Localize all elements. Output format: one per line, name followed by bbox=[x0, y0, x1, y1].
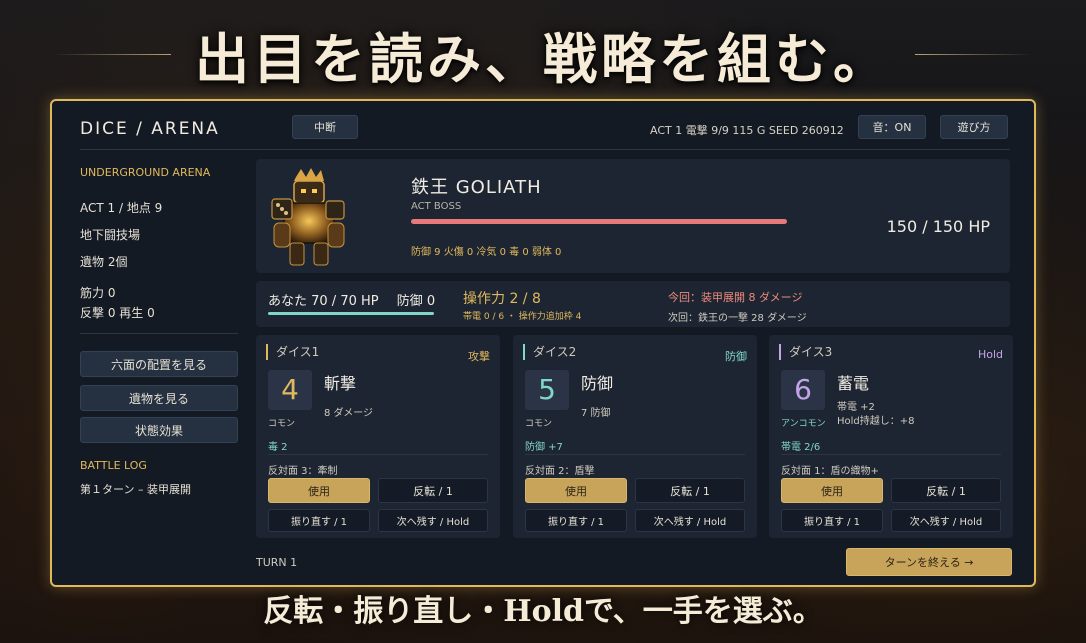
dice-rarity: アンコモン bbox=[781, 419, 826, 429]
dice-title: ダイス2 bbox=[523, 344, 576, 360]
dice-divider bbox=[268, 454, 488, 455]
hold-button[interactable]: 次へ残す / Hold bbox=[635, 509, 745, 532]
pause-button[interactable]: 中断 bbox=[292, 115, 358, 139]
dice-card-3: ダイス3 Hold 6 アンコモン 蓄電 帯電 +2 Hold持越し：+8 帯電… bbox=[769, 335, 1013, 538]
dice-divider bbox=[781, 454, 1001, 455]
dice-skill-name: 蓄電 bbox=[837, 374, 870, 393]
reroll-button[interactable]: 振り直す / 1 bbox=[525, 509, 627, 532]
player-hp-text: あなた 70 / 70 HP bbox=[268, 294, 379, 309]
dice-tag: 防御 +7 bbox=[525, 442, 563, 453]
dice-opposite-face: 反対面 3：牽制 bbox=[268, 466, 338, 477]
dice-title: ダイス3 bbox=[779, 344, 832, 360]
dice-effect: 7 防御 bbox=[581, 407, 611, 421]
enemy-hp-text: 150 / 150 HP bbox=[886, 217, 990, 236]
enemy-portrait bbox=[271, 168, 345, 266]
headline: 出目を読み、戦略を組む。 bbox=[0, 14, 1086, 94]
dice-effect: 帯電 +2 Hold持越し：+8 bbox=[837, 401, 915, 429]
dice-face-value: 5 bbox=[525, 370, 569, 410]
use-button[interactable]: 使用 bbox=[268, 478, 370, 503]
end-turn-button[interactable]: ターンを終える → bbox=[846, 548, 1012, 576]
counter-regen-stat: 反撃 0 再生 0 bbox=[80, 306, 155, 320]
flip-button[interactable]: 反転 / 1 bbox=[635, 478, 745, 503]
dice-type: Hold bbox=[977, 348, 1003, 361]
player-defense-text: 防御 0 bbox=[396, 294, 436, 309]
battle-log-entry: 第１ターン – 装甲展開 bbox=[80, 483, 191, 496]
use-button[interactable]: 使用 bbox=[525, 478, 627, 503]
flip-button[interactable]: 反転 / 1 bbox=[891, 478, 1001, 503]
game-title: DICE / ARENA bbox=[80, 119, 220, 139]
enemy-hp-bar bbox=[411, 219, 787, 224]
flip-button[interactable]: 反転 / 1 bbox=[378, 478, 488, 503]
enemy-rank: ACT BOSS bbox=[411, 201, 462, 212]
reroll-button[interactable]: 振り直す / 1 bbox=[781, 509, 883, 532]
player-hp-defense: あなた 70 / 70 HP 防御 0 bbox=[268, 290, 435, 309]
dice-rarity: コモン bbox=[525, 419, 553, 429]
charge-info: 帯電 0 / 6 ・ 操作力追加枠 4 bbox=[463, 312, 582, 322]
turn-counter: TURN 1 bbox=[256, 556, 298, 569]
top-bar: DICE / ARENA 中断 ACT 1 電撃 9/9 115 G SEED … bbox=[52, 101, 1034, 149]
use-button[interactable]: 使用 bbox=[781, 478, 883, 503]
enemy-intent-next: 次回：鉄王の一撃 28 ダメージ bbox=[668, 313, 807, 324]
view-relics-button[interactable]: 遺物を見る bbox=[80, 385, 238, 411]
dice-rarity: コモン bbox=[268, 419, 296, 429]
relic-count: 遺物 2個 bbox=[80, 255, 128, 269]
strength-stat: 筋力 0 bbox=[80, 286, 116, 300]
dice-divider bbox=[525, 454, 745, 455]
battle-log-label: BATTLE LOG bbox=[80, 459, 147, 472]
dice-skill-name: 斬撃 bbox=[324, 374, 357, 393]
view-faces-button[interactable]: 六面の配置を見る bbox=[80, 351, 238, 377]
enemy-intent-now: 今回：装甲展開 8 ダメージ bbox=[668, 291, 803, 304]
manipulation-power: 操作力 2 / 8 bbox=[463, 291, 541, 307]
footline-text: 反転・振り直し・Holdで、一手を選ぶ。 bbox=[263, 594, 823, 629]
player-hp-bar bbox=[268, 312, 434, 315]
dice-effect-line: 7 防御 bbox=[581, 408, 611, 419]
dice-face-value: 6 bbox=[781, 370, 825, 410]
dice-effect: 8 ダメージ bbox=[324, 407, 373, 421]
dice-skill-name: 防御 bbox=[581, 374, 614, 393]
dice-opposite-face: 反対面 2：盾撃 bbox=[525, 466, 595, 477]
dice-type: 攻撃 bbox=[468, 350, 490, 363]
arena-label: UNDERGROUND ARENA bbox=[80, 166, 211, 179]
dice-tag: 帯電 2/6 bbox=[781, 442, 821, 453]
dice-effect-line: 帯電 +2 bbox=[837, 402, 875, 413]
sound-toggle-button[interactable]: 音：ON bbox=[858, 115, 926, 139]
dice-effect-line: Hold持越し：+8 bbox=[837, 416, 915, 427]
dice-tag: 毒 2 bbox=[268, 442, 288, 453]
reroll-button[interactable]: 振り直す / 1 bbox=[268, 509, 370, 532]
dice-effect-line: 8 ダメージ bbox=[324, 408, 374, 419]
dice-opposite-face: 反対面 1：盾の織物+ bbox=[781, 466, 879, 477]
dice-face-value: 4 bbox=[268, 370, 312, 410]
hold-button[interactable]: 次へ残す / Hold bbox=[378, 509, 488, 532]
enemy-panel: 鉄王 GOLIATH ACT BOSS 防御 9 火傷 0 冷気 0 毒 0 弱… bbox=[256, 159, 1010, 273]
hold-button[interactable]: 次へ残す / Hold bbox=[891, 509, 1001, 532]
dice-title: ダイス1 bbox=[266, 344, 319, 360]
how-to-play-button[interactable]: 遊び方 bbox=[940, 115, 1008, 139]
top-divider bbox=[80, 149, 1010, 150]
player-panel: あなた 70 / 70 HP 防御 0 操作力 2 / 8 帯電 0 / 6 ・… bbox=[256, 281, 1010, 327]
status-effects-button[interactable]: 状態効果 bbox=[80, 417, 238, 443]
dice-card-2: ダイス2 防御 5 コモン 防御 7 防御 防御 +7 反対面 2：盾撃 使用 … bbox=[513, 335, 757, 538]
headline-rule-left bbox=[53, 53, 171, 55]
act-location: ACT 1 / 地点 9 bbox=[80, 201, 163, 215]
location-name: 地下闘技場 bbox=[80, 228, 141, 242]
dice-card-1: ダイス1 攻撃 4 コモン 斬撃 8 ダメージ 毒 2 反対面 3：牽制 使用 … bbox=[256, 335, 500, 538]
run-stats: ACT 1 電撃 9/9 115 G SEED 260912 bbox=[650, 124, 844, 137]
game-window: DICE / ARENA 中断 ACT 1 電撃 9/9 115 G SEED … bbox=[50, 99, 1036, 587]
enemy-status-effects: 防御 9 火傷 0 冷気 0 毒 0 弱体 0 bbox=[411, 247, 562, 258]
headline-rule-right bbox=[915, 53, 1033, 55]
sidebar-divider bbox=[80, 333, 238, 334]
enemy-name: 鉄王 GOLIATH bbox=[411, 177, 542, 198]
dice-type: 防御 bbox=[725, 350, 747, 363]
headline-text: 出目を読み、戦略を組む。 bbox=[195, 26, 891, 91]
